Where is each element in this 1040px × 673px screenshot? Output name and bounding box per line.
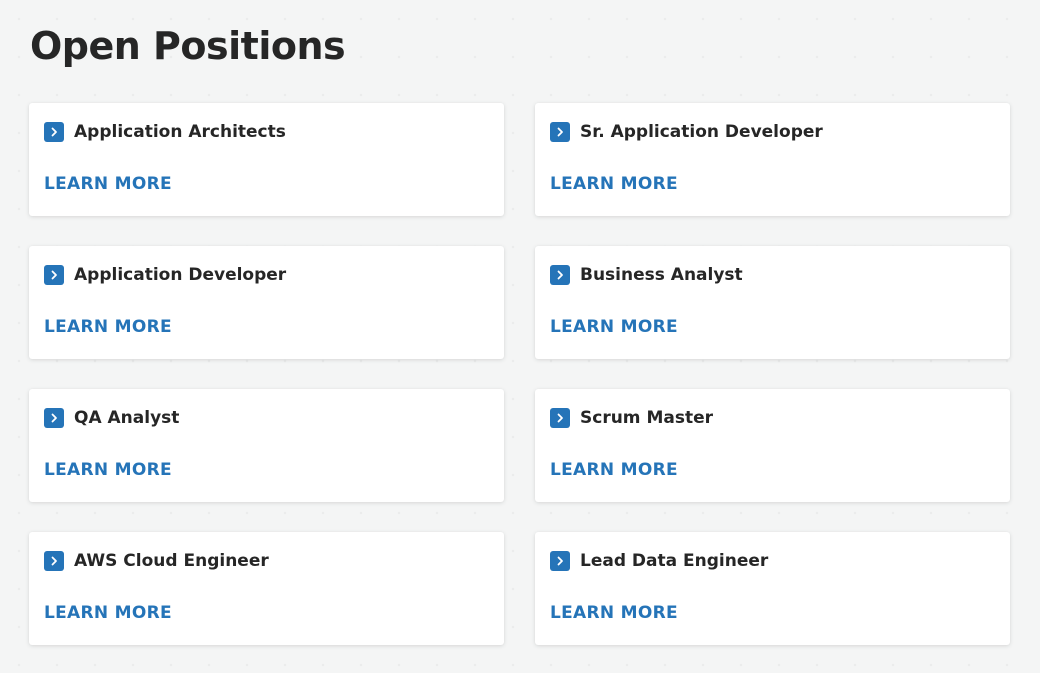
position-card: Scrum Master LEARN MORE xyxy=(535,389,1010,502)
positions-grid: Application Architects LEARN MORE Sr. Ap… xyxy=(29,103,1010,645)
position-title-link[interactable]: Lead Data Engineer xyxy=(550,548,768,574)
position-title-link[interactable]: Business Analyst xyxy=(550,262,743,288)
chevron-right-icon xyxy=(44,551,64,571)
learn-more-link[interactable]: LEARN MORE xyxy=(550,600,678,626)
position-card: Application Developer LEARN MORE xyxy=(29,246,504,359)
chevron-right-icon xyxy=(550,551,570,571)
position-title-link[interactable]: AWS Cloud Engineer xyxy=(44,548,269,574)
position-title-link[interactable]: QA Analyst xyxy=(44,405,179,431)
chevron-right-icon xyxy=(550,122,570,142)
position-card: AWS Cloud Engineer LEARN MORE xyxy=(29,532,504,645)
position-card: Application Architects LEARN MORE xyxy=(29,103,504,216)
position-title: Lead Data Engineer xyxy=(580,551,769,571)
position-title: Sr. Application Developer xyxy=(580,122,823,142)
position-title: Application Architects xyxy=(74,122,286,142)
chevron-right-icon xyxy=(44,122,64,142)
position-card: Business Analyst LEARN MORE xyxy=(535,246,1010,359)
position-title: Business Analyst xyxy=(580,265,743,285)
position-title-link[interactable]: Scrum Master xyxy=(550,405,713,431)
learn-more-link[interactable]: LEARN MORE xyxy=(44,457,172,483)
chevron-right-icon xyxy=(44,408,64,428)
position-title: AWS Cloud Engineer xyxy=(74,551,269,571)
learn-more-link[interactable]: LEARN MORE xyxy=(44,314,172,340)
learn-more-link[interactable]: LEARN MORE xyxy=(550,457,678,483)
learn-more-link[interactable]: LEARN MORE xyxy=(550,314,678,340)
position-title: Scrum Master xyxy=(580,408,713,428)
position-card: Sr. Application Developer LEARN MORE xyxy=(535,103,1010,216)
page-title: Open Positions xyxy=(30,24,346,68)
learn-more-link[interactable]: LEARN MORE xyxy=(44,171,172,197)
learn-more-link[interactable]: LEARN MORE xyxy=(44,600,172,626)
position-title: Application Developer xyxy=(74,265,287,285)
position-title-link[interactable]: Application Developer xyxy=(44,262,286,288)
chevron-right-icon xyxy=(44,265,64,285)
chevron-right-icon xyxy=(550,265,570,285)
chevron-right-icon xyxy=(550,408,570,428)
position-card: QA Analyst LEARN MORE xyxy=(29,389,504,502)
position-title-link[interactable]: Application Architects xyxy=(44,119,286,145)
position-title: QA Analyst xyxy=(74,408,180,428)
position-title-link[interactable]: Sr. Application Developer xyxy=(550,119,823,145)
position-card: Lead Data Engineer LEARN MORE xyxy=(535,532,1010,645)
learn-more-link[interactable]: LEARN MORE xyxy=(550,171,678,197)
